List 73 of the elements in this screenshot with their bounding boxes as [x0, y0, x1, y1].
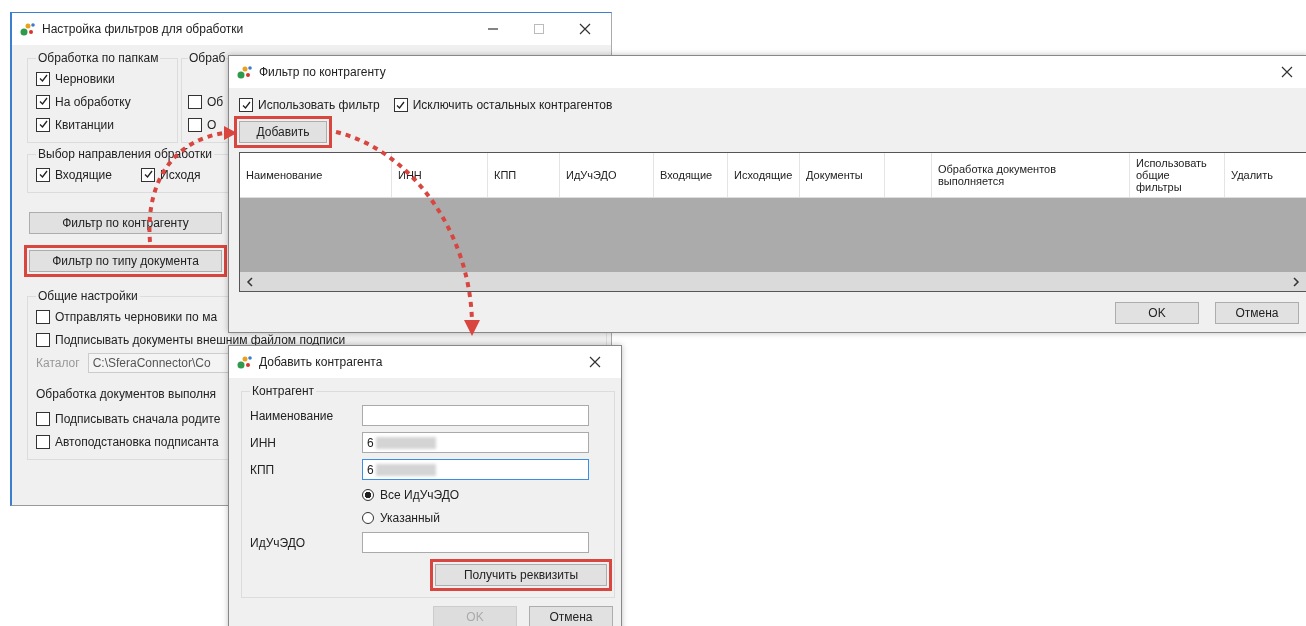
column-header[interactable]: Обработка документов выполняется	[932, 153, 1130, 197]
checkbox-label: Подписывать документы внешним файлом подписи	[55, 332, 346, 347]
checkbox[interactable]	[188, 94, 202, 109]
checkbox[interactable]	[36, 309, 50, 324]
checkbox-label: Квитанции	[55, 117, 114, 132]
checkbox[interactable]	[393, 98, 408, 112]
checkbox-label: Автоподстановка подписанта	[55, 434, 219, 449]
column-header[interactable]: Входящие	[654, 153, 728, 197]
add-button[interactable]: Добавить	[239, 121, 327, 143]
checkbox[interactable]	[36, 332, 50, 347]
column-header[interactable]: Использовать общие фильтры	[1130, 153, 1225, 197]
checkbox-label: Использовать фильтр	[258, 98, 380, 112]
field-label: КПП	[250, 462, 276, 477]
dialog-button[interactable]: Отмена	[1215, 302, 1299, 324]
group-title: Выбор направления обработки	[37, 147, 213, 161]
radio-label: Указанный	[380, 510, 440, 525]
radio-label: Все ИдУчЭДО	[380, 487, 460, 502]
group-title: Контрагент	[251, 384, 316, 398]
checkbox[interactable]	[36, 411, 50, 426]
window-title: Фильтр по контрагенту	[259, 65, 386, 79]
scroll-left-icon[interactable]	[246, 276, 254, 287]
group-title: Обработка по папкам	[37, 51, 160, 65]
checkbox[interactable]	[36, 434, 50, 449]
dialog-button[interactable]: OK	[1115, 302, 1199, 324]
column-header[interactable]: Удалить	[1225, 153, 1306, 197]
checkbox[interactable]	[36, 71, 50, 86]
radio-button[interactable]	[362, 488, 374, 501]
checkbox-label: Об	[207, 94, 224, 109]
field-label: ИНН	[250, 435, 277, 450]
column-header[interactable]: Наименование	[240, 153, 392, 197]
checkbox-label: Исходя	[160, 167, 201, 182]
text-field[interactable]	[362, 532, 589, 553]
field-label: ИдУчЭДО	[250, 535, 307, 550]
app-icon	[237, 354, 253, 370]
text-field[interactable]	[362, 405, 589, 426]
field-label: Каталог	[36, 356, 80, 370]
section-title: Обработка документов выполня	[36, 387, 217, 403]
app-icon	[20, 21, 36, 37]
window-title: Добавить контрагента	[259, 355, 383, 369]
checkbox[interactable]	[36, 94, 50, 109]
checkbox-label: О	[207, 117, 217, 132]
checkbox[interactable]	[188, 117, 202, 132]
checkbox-label: Черновики	[55, 71, 115, 86]
checkbox[interactable]	[36, 117, 50, 132]
scrollbar[interactable]	[240, 272, 1306, 291]
field-label: Наименование	[250, 408, 335, 423]
column-header[interactable]: ИдУчЭДО	[560, 153, 654, 197]
window-title: Настройка фильтров для обработки	[42, 22, 244, 36]
column-header[interactable]: Документы	[800, 153, 885, 197]
scroll-right-icon[interactable]	[1292, 276, 1300, 287]
column-header[interactable]: КПП	[488, 153, 560, 197]
text-field[interactable]: 6	[362, 432, 589, 453]
close-icon[interactable]	[579, 23, 591, 35]
filter-button[interactable]: Фильтр по контрагенту	[29, 212, 222, 234]
checkbox[interactable]	[141, 167, 155, 182]
group-title: Общие настройки	[37, 289, 139, 303]
fetch-button[interactable]: Получить реквизиты	[435, 564, 607, 586]
radio-button[interactable]	[362, 511, 374, 524]
app-icon	[237, 64, 253, 80]
checkbox-label: На обработку	[55, 94, 131, 109]
checkbox-label: Входящие	[55, 167, 112, 182]
checkbox-label: Исключить остальных контрагентов	[412, 98, 613, 112]
filter-button[interactable]: Фильтр по типу документа	[29, 250, 222, 272]
column-header[interactable]: Исходящие	[728, 153, 800, 197]
dialog-button[interactable]: Отмена	[529, 606, 613, 626]
group-title: Обраб	[188, 51, 227, 65]
close-icon[interactable]	[589, 356, 601, 368]
close-icon[interactable]	[1281, 66, 1293, 78]
checkbox-label: Подписывать сначала родите	[55, 411, 221, 426]
checkbox[interactable]	[36, 167, 50, 182]
checkbox-label: Отправлять черновики по ма	[55, 309, 218, 324]
text-field[interactable]: 6	[362, 459, 589, 480]
checkbox[interactable]	[239, 98, 253, 112]
